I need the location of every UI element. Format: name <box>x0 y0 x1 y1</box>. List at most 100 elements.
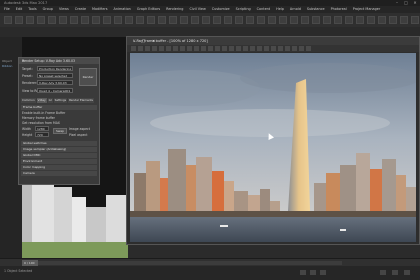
toolbar-tool-icon[interactable] <box>147 16 155 24</box>
menu-customize[interactable]: Customize <box>212 6 230 13</box>
frame-buffer-tool-icon[interactable] <box>229 46 234 51</box>
section-global-dmc[interactable]: Global DMC <box>21 153 97 158</box>
frame-buffer-tool-icon[interactable] <box>257 46 262 51</box>
frame-buffer-tool-icon[interactable] <box>264 46 269 51</box>
tab-common[interactable]: Common <box>21 98 36 103</box>
menu-arnold[interactable]: Arnold <box>290 6 301 13</box>
toolbar-tool-icon[interactable] <box>345 16 353 24</box>
toolbar-tool-icon[interactable] <box>70 16 78 24</box>
menu-create[interactable]: Create <box>75 6 86 13</box>
orbit-icon[interactable] <box>404 270 410 275</box>
frame-buffer-tool-icon[interactable] <box>194 46 199 51</box>
view-dropdown[interactable]: Quad 4 - Camera001 <box>37 88 73 93</box>
toolbar-tool-icon[interactable] <box>158 16 166 24</box>
frame-buffer-tool-icon[interactable] <box>145 46 150 51</box>
frame-buffer-tool-icon[interactable] <box>215 46 220 51</box>
menu-views[interactable]: Views <box>59 6 69 13</box>
toolbar-tool-icon[interactable] <box>323 16 331 24</box>
frame-buffer-tool-icon[interactable] <box>180 46 185 51</box>
toolbar-tool-icon[interactable] <box>411 16 419 24</box>
menu-civil-view[interactable]: Civil View <box>189 6 205 13</box>
tab-settings[interactable]: Settings <box>53 98 68 103</box>
menu-edit[interactable]: Edit <box>16 6 23 13</box>
frame-buffer-tool-icon[interactable] <box>166 46 171 51</box>
play-icon[interactable] <box>310 270 316 275</box>
menu-photoreal[interactable]: Photoreal <box>331 6 347 13</box>
frame-buffer-tool-icon[interactable] <box>285 46 290 51</box>
toolbar-tool-icon[interactable] <box>235 16 243 24</box>
section-frame-buffer[interactable]: Frame buffer <box>21 105 97 110</box>
renderer-dropdown[interactable]: V-Ray Adv 3.60.03 <box>37 80 73 85</box>
menu-substance[interactable]: Substance <box>307 6 325 13</box>
toolbar-tool-icon[interactable] <box>191 16 199 24</box>
toolbar-tool-icon[interactable] <box>334 16 342 24</box>
toolbar-tool-icon[interactable] <box>125 16 133 24</box>
option-builtin-framebuffer[interactable]: Enable built-in Frame Buffer <box>22 111 65 115</box>
toolbar-tool-icon[interactable] <box>15 16 23 24</box>
frame-buffer-tool-icon[interactable] <box>299 46 304 51</box>
option-memory-framebuffer[interactable]: Memory frame buffer <box>22 116 55 120</box>
play-forward-icon[interactable] <box>320 270 326 275</box>
toolbar-tool-icon[interactable] <box>268 16 276 24</box>
pan-icon[interactable] <box>392 270 398 275</box>
dialog-close-icon[interactable]: ✕ <box>22 58 98 64</box>
frame-buffer-tool-icon[interactable] <box>208 46 213 51</box>
toolbar-tool-icon[interactable] <box>48 16 56 24</box>
dialog-titlebar[interactable]: Render Setup: V-Ray Adv 3.60.03 ✕ <box>19 58 99 64</box>
frame-buffer-tool-icon[interactable] <box>131 46 136 51</box>
toolbar-tool-icon[interactable] <box>4 16 12 24</box>
frame-buffer-tool-icon[interactable] <box>306 46 311 51</box>
section-camera[interactable]: Camera <box>21 171 97 176</box>
menu-tools[interactable]: Tools <box>28 6 36 13</box>
menu-project-manager[interactable]: Project Manager <box>353 6 381 13</box>
toolbar-tool-icon[interactable] <box>378 16 386 24</box>
toolbar-tool-icon[interactable] <box>246 16 254 24</box>
toolbar-tool-icon[interactable] <box>279 16 287 24</box>
frame-buffer-tool-icon[interactable] <box>222 46 227 51</box>
frame-buffer-tool-icon[interactable] <box>173 46 178 51</box>
toolbar-tool-icon[interactable] <box>180 16 188 24</box>
toolbar-tool-icon[interactable] <box>26 16 34 24</box>
toolbar-tool-icon[interactable] <box>169 16 177 24</box>
height-field[interactable]: 720 <box>35 132 49 137</box>
toolbar-tool-icon[interactable] <box>136 16 144 24</box>
toolbar-tool-icon[interactable] <box>81 16 89 24</box>
zoom-icon[interactable] <box>380 270 386 275</box>
toolbar-tool-icon[interactable] <box>257 16 265 24</box>
toolbar-tool-icon[interactable] <box>367 16 375 24</box>
target-dropdown[interactable]: Production Rendering Mode <box>37 66 73 71</box>
toolbar-tool-icon[interactable] <box>290 16 298 24</box>
frame-buffer-tool-icon[interactable] <box>187 46 192 51</box>
frame-buffer-tool-icon[interactable] <box>152 46 157 51</box>
tab-vray[interactable]: V-Ray <box>36 98 47 103</box>
option-resolution-from-max[interactable]: Get resolution from MAX <box>22 121 60 125</box>
section-environment[interactable]: Environment <box>21 159 97 164</box>
frame-buffer-tool-icon[interactable] <box>138 46 143 51</box>
toolbar-tool-icon[interactable] <box>114 16 122 24</box>
toolbar-tool-icon[interactable] <box>400 16 408 24</box>
toolbar-tool-icon[interactable] <box>356 16 364 24</box>
toolbar-tool-icon[interactable] <box>59 16 67 24</box>
tab-render-elements[interactable]: Render Elements <box>68 98 94 103</box>
frame-buffer-tool-icon[interactable] <box>236 46 241 51</box>
frame-buffer-tool-icon[interactable] <box>250 46 255 51</box>
frame-buffer-titlebar[interactable]: V-Ray frame buffer - [100% of 1280 x 720… <box>127 37 419 45</box>
toolbar-tool-icon[interactable] <box>37 16 45 24</box>
frame-buffer-tool-icon[interactable] <box>201 46 206 51</box>
menu-content[interactable]: Content <box>257 6 271 13</box>
toolbar-tool-icon[interactable] <box>312 16 320 24</box>
section-color-mapping[interactable]: Color mapping <box>21 165 97 170</box>
toolbar-tool-icon[interactable] <box>103 16 111 24</box>
frame-buffer-tool-icon[interactable] <box>292 46 297 51</box>
tab-gi[interactable]: GI <box>47 98 53 103</box>
swap-button[interactable]: Swap <box>53 128 67 134</box>
menu-group[interactable]: Group <box>43 6 53 13</box>
toolbar-tool-icon[interactable] <box>224 16 232 24</box>
preset-dropdown[interactable]: No preset selected <box>37 73 73 78</box>
toolbar-tool-icon[interactable] <box>92 16 100 24</box>
width-field[interactable]: 1280 <box>35 126 49 131</box>
toolbar-tool-icon[interactable] <box>213 16 221 24</box>
menu-help[interactable]: Help <box>276 6 284 13</box>
menu-scripting[interactable]: Scripting <box>236 6 251 13</box>
render-button[interactable]: Render <box>79 68 97 86</box>
